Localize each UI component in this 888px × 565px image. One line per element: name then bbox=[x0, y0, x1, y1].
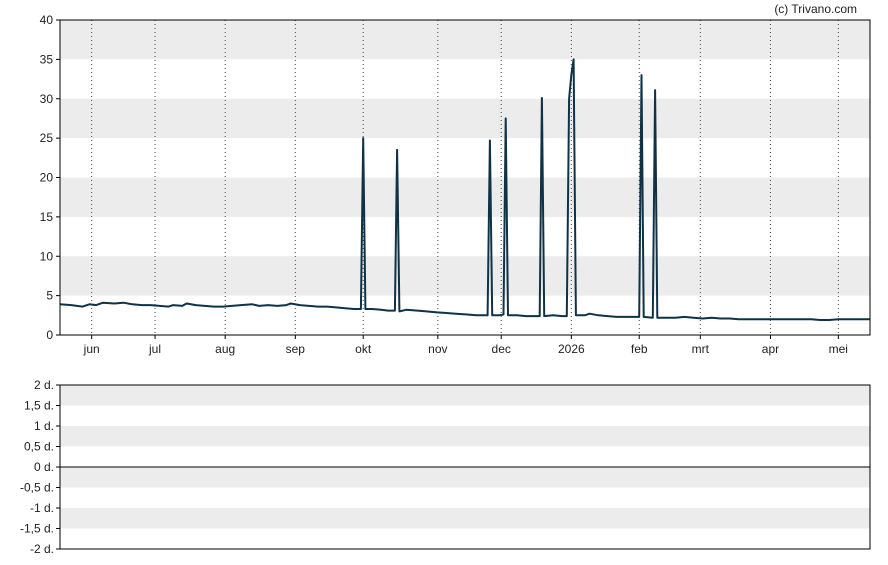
indicator-y-tick-label: 1 d. bbox=[34, 419, 54, 433]
indicator-chart-y-axis: 2 d. 1,5 d. 1 d. 0,5 d. 0 d. -0,5 d. -1 d. -1,5… bbox=[20, 378, 60, 556]
x-tick-label: jun bbox=[83, 342, 100, 356]
indicator-y-tick-label: 1,5 d. bbox=[24, 399, 54, 413]
x-tick-label: apr bbox=[762, 342, 779, 356]
chart-root: 0 5 10 15 20 25 30 35 40 jun jul aug sep okt nov dec 20… bbox=[20, 2, 871, 556]
y-tick-label: 40 bbox=[40, 13, 54, 27]
indicator-y-tick-label: 0,5 d. bbox=[24, 440, 54, 454]
x-tick-label: nov bbox=[428, 342, 447, 356]
price-chart-band bbox=[60, 20, 870, 60]
price-chart-band bbox=[60, 98, 870, 139]
credit-label: (c) Trivano.com bbox=[774, 2, 857, 16]
indicator-y-tick-label: 0 d. bbox=[34, 460, 54, 474]
y-tick-label: 10 bbox=[40, 249, 54, 263]
indicator-y-tick-label: -1 d. bbox=[30, 501, 54, 515]
x-tick-label: dec bbox=[492, 342, 511, 356]
indicator-chart-bands bbox=[60, 385, 870, 529]
x-tick-label: 2026 bbox=[558, 342, 585, 356]
indicator-chart-band bbox=[60, 385, 870, 406]
x-tick-label: mei bbox=[829, 342, 848, 356]
indicator-chart-band bbox=[60, 467, 870, 488]
price-chart-band bbox=[60, 177, 870, 217]
price-chart-bands bbox=[60, 20, 870, 296]
x-tick-label: feb bbox=[631, 342, 648, 356]
x-tick-label: jul bbox=[148, 342, 161, 356]
y-tick-label: 5 bbox=[46, 289, 53, 303]
indicator-y-tick-label: -0,5 d. bbox=[20, 481, 54, 495]
y-tick-label: 30 bbox=[40, 92, 54, 106]
price-chart-x-axis: jun jul aug sep okt nov dec 2026 feb mrt apr mei bbox=[83, 335, 848, 356]
x-tick-label: aug bbox=[215, 342, 235, 356]
indicator-chart-band bbox=[60, 426, 870, 447]
y-tick-label: 35 bbox=[40, 52, 54, 66]
x-tick-label: okt bbox=[355, 342, 372, 356]
indicator-y-tick-label: -2 d. bbox=[30, 542, 54, 556]
indicator-y-tick-label: 2 d. bbox=[34, 378, 54, 392]
price-chart-y-axis: 0 5 10 15 20 25 30 35 40 bbox=[40, 13, 60, 342]
price-chart-band bbox=[60, 256, 870, 296]
y-tick-label: 20 bbox=[40, 171, 54, 185]
y-tick-label: 15 bbox=[40, 210, 54, 224]
y-tick-label: 0 bbox=[46, 328, 53, 342]
x-tick-label: mrt bbox=[692, 342, 710, 356]
y-tick-label: 25 bbox=[40, 131, 54, 145]
indicator-y-tick-label: -1,5 d. bbox=[20, 522, 54, 536]
indicator-chart-band bbox=[60, 508, 870, 529]
x-tick-label: sep bbox=[286, 342, 306, 356]
